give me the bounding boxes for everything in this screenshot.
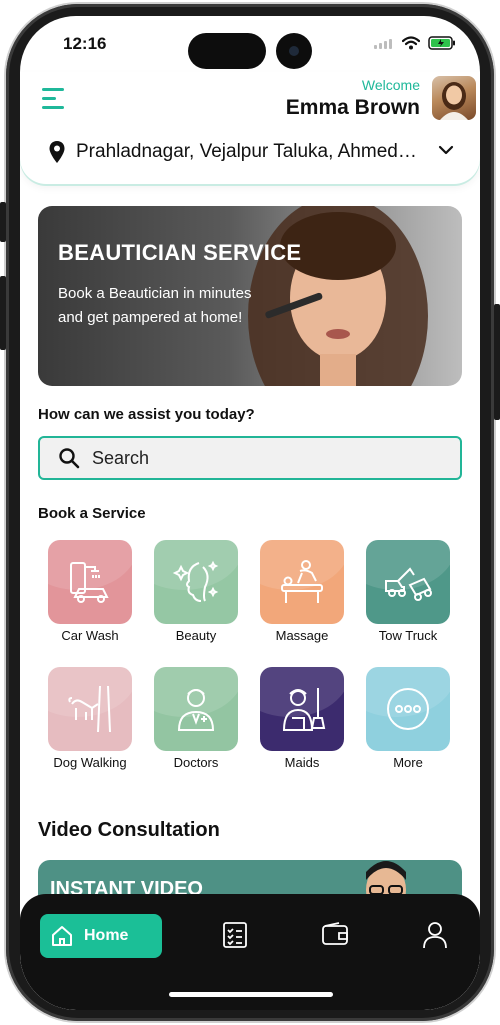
- nav-wallet-button[interactable]: [320, 920, 350, 950]
- avatar[interactable]: [432, 76, 476, 120]
- nav-profile-button[interactable]: [420, 920, 450, 950]
- menu-icon[interactable]: [42, 86, 70, 112]
- front-camera: [276, 33, 312, 69]
- service-beauty[interactable]: Beauty: [154, 540, 238, 643]
- service-tile: [366, 540, 450, 624]
- service-doctors[interactable]: Doctors: [154, 667, 238, 770]
- bottom-navigation: Home: [20, 894, 480, 1010]
- battery-icon: [428, 36, 455, 50]
- chevron-down-icon: [438, 145, 454, 155]
- service-more[interactable]: More: [366, 667, 450, 770]
- banner-title: BEAUTICIAN SERVICE: [58, 240, 302, 265]
- service-maids[interactable]: Maids: [260, 667, 344, 770]
- service-label: Maids: [284, 755, 320, 770]
- dynamic-island: [188, 33, 266, 69]
- video-heading: Video Consultation: [38, 819, 220, 841]
- service-label: Dog Walking: [53, 755, 127, 770]
- doctor-icon: [177, 689, 215, 731]
- service-tile: [260, 540, 344, 624]
- avatar-portrait-icon: [440, 82, 468, 120]
- home-indicator: [169, 992, 333, 997]
- search-placeholder: Search: [92, 447, 150, 468]
- service-tile: [366, 667, 450, 751]
- service-tile: [48, 667, 132, 751]
- service-dog-walking[interactable]: Dog Walking: [48, 667, 132, 770]
- tow-truck-icon: [385, 567, 432, 601]
- nav-home-label: Home: [84, 927, 129, 944]
- service-label: More: [393, 755, 423, 770]
- profile-icon: [423, 922, 447, 949]
- status-icons: [374, 36, 456, 50]
- service-label: Car Wash: [61, 628, 119, 643]
- user-name: Emma Brown: [285, 96, 420, 119]
- service-tile: [260, 667, 344, 751]
- wifi-icon: [402, 36, 420, 50]
- nav-bookings-button[interactable]: [220, 920, 250, 950]
- app-header: Welcome Emma Brown Prahladnagar, Vejalpu…: [20, 72, 480, 184]
- services-heading: Book a Service: [38, 505, 146, 522]
- location-pin-icon: [49, 141, 65, 163]
- status-time: 12:16: [63, 34, 107, 53]
- home-icon: [52, 926, 72, 946]
- phone-side-button: [0, 276, 6, 350]
- service-label: Beauty: [175, 628, 217, 643]
- nav-home-button[interactable]: Home: [40, 914, 162, 958]
- service-car-wash[interactable]: Car Wash: [48, 540, 132, 643]
- assist-heading: How can we assist you today?: [38, 406, 255, 423]
- service-label: Tow Truck: [378, 628, 438, 643]
- service-tile: [154, 540, 238, 624]
- service-massage[interactable]: Massage: [260, 540, 344, 643]
- checklist-icon: [223, 922, 247, 948]
- search-icon: [59, 448, 80, 469]
- service-tile: [154, 667, 238, 751]
- car-wash-icon: [70, 562, 109, 603]
- welcome-text: Welcome: [361, 77, 420, 93]
- dog-walking-icon: [68, 685, 111, 733]
- wallet-icon: [322, 922, 348, 945]
- location-text: Prahladnagar, Vejalpur Taluka, Ahmedabad: [76, 141, 426, 162]
- service-label: Massage: [275, 628, 329, 643]
- massage-icon: [281, 560, 323, 603]
- banner-text: Book a Beautician in minutes and get pam…: [58, 285, 252, 326]
- phone-side-button: [0, 202, 6, 242]
- app-screen: 12:16 Welcome Emma Brown Prahladnagar, V…: [20, 16, 480, 1010]
- signal-icon: [374, 39, 392, 49]
- maid-icon: [282, 688, 326, 731]
- beauty-icon: [172, 560, 219, 602]
- phone-side-button: [494, 304, 500, 420]
- location-selector[interactable]: Prahladnagar, Vejalpur Taluka, Ahmedabad: [48, 138, 456, 166]
- service-label: Doctors: [173, 755, 219, 770]
- promo-banner[interactable]: BEAUTICIAN SERVICE Book a Beautician in …: [38, 206, 462, 386]
- more-icon: [387, 688, 429, 730]
- search-input[interactable]: Search: [38, 436, 462, 480]
- service-tow-truck[interactable]: Tow Truck: [366, 540, 450, 643]
- service-tile: [48, 540, 132, 624]
